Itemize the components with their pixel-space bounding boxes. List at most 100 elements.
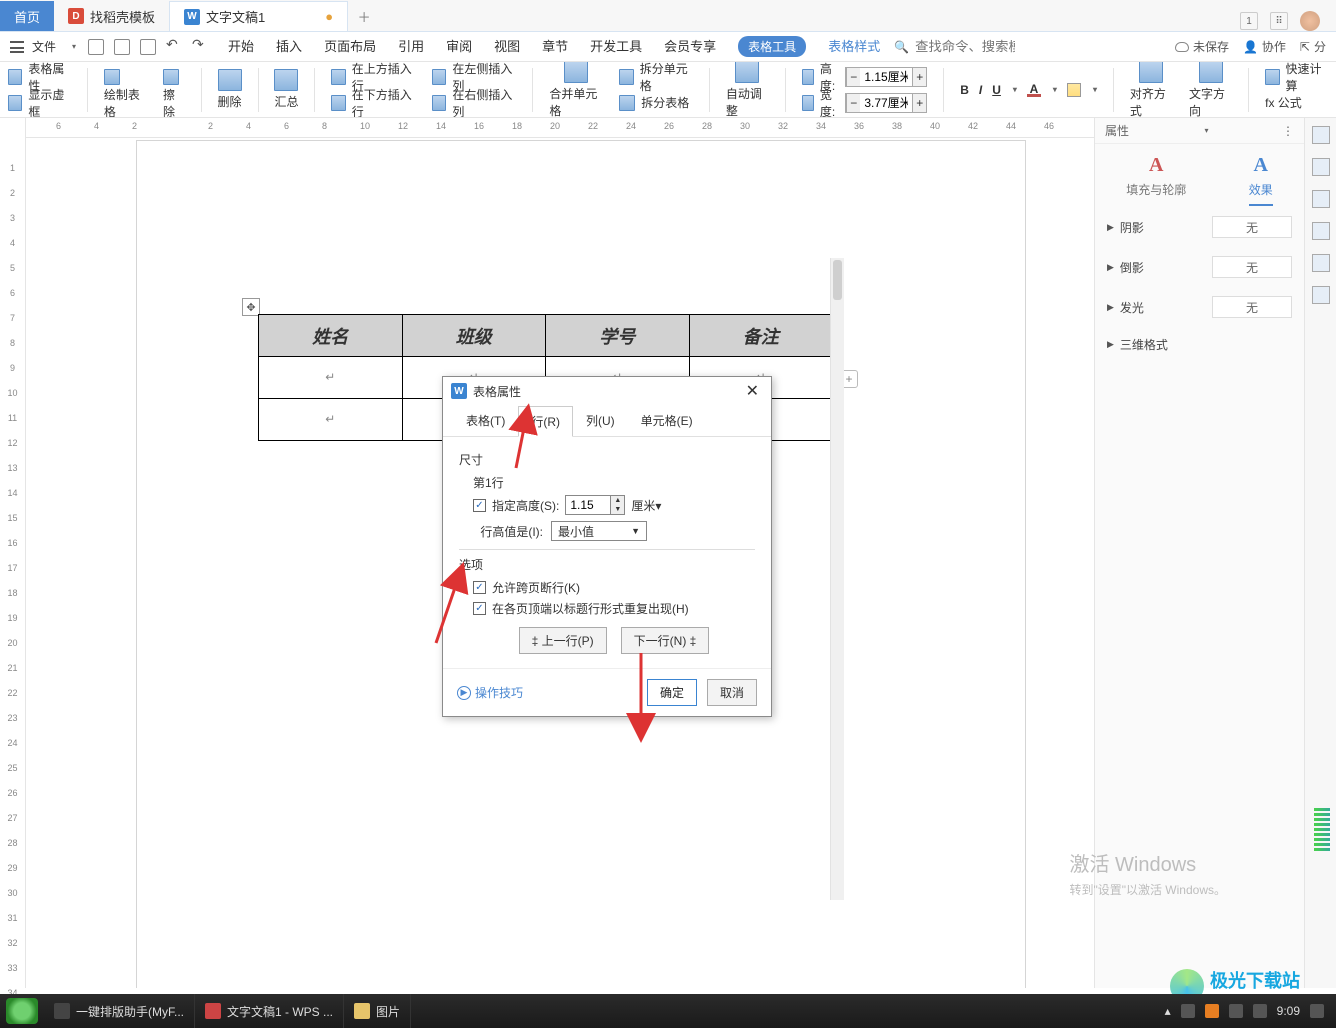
ribbon-tab[interactable]: 开始 — [228, 36, 254, 57]
ribbon-tab[interactable]: 审阅 — [446, 36, 472, 57]
btn-autofit[interactable]: 自动调整 — [726, 62, 769, 118]
panel-row-reflection[interactable]: ▶倒影 无 — [1107, 256, 1292, 278]
bold-button[interactable]: B — [960, 83, 969, 97]
side-tool[interactable] — [1312, 158, 1330, 176]
tray-icon[interactable] — [1253, 1004, 1267, 1018]
reflection-value[interactable]: 无 — [1212, 256, 1292, 278]
height-plus[interactable]: + — [912, 68, 926, 86]
btn-insert-col-left[interactable]: 在左侧插入列 — [432, 66, 517, 88]
panel-menu-icon[interactable]: ⋮ — [1282, 124, 1294, 138]
dialog-tab-cell[interactable]: 单元格(E) — [628, 405, 706, 436]
side-tool[interactable] — [1312, 222, 1330, 240]
close-icon[interactable]: ✕ — [742, 381, 763, 401]
qa-preview-icon[interactable] — [140, 39, 156, 55]
col-width-input[interactable]: − + — [845, 93, 927, 113]
table-header[interactable]: 班级 — [402, 315, 546, 357]
ribbon-tab[interactable]: 开发工具 — [590, 36, 642, 57]
panel-row-shadow[interactable]: ▶阴影 无 — [1107, 216, 1292, 238]
checkbox-allow-break[interactable]: ✓ — [473, 581, 486, 594]
layout-icon[interactable]: 1 — [1240, 12, 1258, 30]
table-header[interactable]: 姓名 — [259, 315, 403, 357]
tab-document[interactable]: W 文字文稿1 ● — [169, 1, 348, 31]
btn-show-gridlines[interactable]: 显示虚框 — [8, 92, 71, 114]
btn-formula[interactable]: fx 公式 — [1265, 92, 1328, 114]
avatar[interactable] — [1300, 11, 1320, 31]
tray-icon[interactable] — [1205, 1004, 1219, 1018]
side-tool[interactable] — [1312, 286, 1330, 304]
ribbon-tab[interactable]: 引用 — [398, 36, 424, 57]
btn-eraser[interactable] — [163, 66, 185, 88]
table-cell[interactable]: ↵ — [259, 357, 403, 399]
panel-row-3d[interactable]: ▶三维格式 — [1107, 336, 1292, 353]
rowheight-select[interactable]: 最小值 ▼ — [551, 521, 647, 541]
search-input[interactable] — [915, 39, 1015, 54]
glow-value[interactable]: 无 — [1212, 296, 1292, 318]
prev-row-button[interactable]: ‡ 上一行(P) — [519, 627, 607, 654]
tray-icon[interactable] — [1181, 1004, 1195, 1018]
underline-button[interactable]: U — [992, 83, 1001, 97]
collab-button[interactable]: 👤协作 — [1243, 38, 1286, 55]
height-value-input[interactable] — [566, 496, 610, 514]
btn-text-direction[interactable]: 文字方向 — [1189, 62, 1232, 118]
tab-template[interactable]: D 找稻壳模板 — [54, 1, 169, 31]
qa-print-icon[interactable] — [114, 39, 130, 55]
ribbon-tab-table-style[interactable]: 表格样式 — [828, 36, 880, 57]
panel-tab-fill[interactable]: A填充与轮廓 — [1126, 154, 1186, 206]
btn-insert-col-right[interactable]: 在右侧插入列 — [432, 92, 517, 114]
ribbon-tab[interactable]: 章节 — [542, 36, 568, 57]
table-header[interactable]: 学号 — [546, 315, 690, 357]
ribbon-tab[interactable]: 页面布局 — [324, 36, 376, 57]
btn-align[interactable]: 对齐方式 — [1130, 62, 1173, 118]
btn-summary[interactable]: 汇总 — [274, 69, 298, 110]
ok-button[interactable]: 确定 — [647, 679, 697, 706]
ribbon-tab[interactable]: 会员专享 — [664, 36, 716, 57]
table-cell[interactable]: ↵ — [259, 399, 403, 441]
tab-add-button[interactable]: ＋ — [348, 1, 380, 31]
unit-label[interactable]: 厘米▾ — [631, 497, 661, 514]
btn-quick-calc[interactable]: 快速计算 — [1265, 66, 1328, 88]
fill-color-button[interactable] — [1067, 83, 1081, 97]
shadow-value[interactable]: 无 — [1212, 216, 1292, 238]
btn-insert-row-below[interactable]: 在下方插入行 — [331, 92, 416, 114]
ribbon-tab-table-tools[interactable]: 表格工具 — [738, 36, 806, 57]
row-height-input[interactable]: − + — [845, 67, 927, 87]
cancel-button[interactable]: 取消 — [707, 679, 757, 706]
clock[interactable]: 9:09 — [1277, 1004, 1300, 1018]
spin-up[interactable]: ▲ — [611, 496, 624, 505]
tray-icon[interactable] — [1229, 1004, 1243, 1018]
dialog-tab-column[interactable]: 列(U) — [573, 405, 628, 436]
hamburger-icon[interactable] — [10, 41, 24, 53]
panel-tab-effect[interactable]: A效果 — [1249, 154, 1273, 206]
apps-icon[interactable]: ⠿ — [1270, 12, 1288, 30]
scrollbar-thumb[interactable] — [833, 260, 842, 300]
vertical-scrollbar[interactable] — [830, 258, 844, 900]
dialog-titlebar[interactable]: W 表格属性 ✕ — [443, 377, 771, 405]
tray-up-icon[interactable]: ▴ — [1165, 1004, 1171, 1018]
italic-button[interactable]: I — [979, 83, 982, 97]
taskbar-item[interactable]: 一键排版助手(MyF... — [44, 994, 195, 1028]
width-minus[interactable]: − — [846, 94, 860, 112]
taskbar-item[interactable]: 文字文稿1 - WPS ... — [195, 994, 344, 1028]
taskbar-item[interactable]: 图片 — [344, 994, 411, 1028]
side-tool[interactable] — [1312, 126, 1330, 144]
qa-save-icon[interactable] — [88, 39, 104, 55]
panel-row-glow[interactable]: ▶发光 无 — [1107, 296, 1292, 318]
btn-split-cells[interactable]: 拆分单元格 — [619, 66, 693, 88]
table-header[interactable]: 备注 — [689, 315, 833, 357]
tab-home[interactable]: 首页 — [0, 1, 54, 31]
btn-merge-cells[interactable]: 合并单元格 — [549, 62, 603, 118]
qa-undo-icon[interactable] — [166, 39, 182, 55]
spin-down[interactable]: ▼ — [611, 505, 624, 514]
tips-link[interactable]: ▶ 操作技巧 — [457, 684, 523, 701]
height-minus[interactable]: − — [846, 68, 860, 86]
side-tool[interactable] — [1312, 254, 1330, 272]
qa-redo-icon[interactable] — [192, 39, 208, 55]
height-spinner[interactable]: ▲▼ — [565, 495, 625, 515]
tray-icon[interactable] — [1310, 1004, 1324, 1018]
btn-split-table[interactable]: 拆分表格 — [619, 92, 693, 114]
btn-draw-table[interactable] — [104, 66, 147, 88]
dialog-tab-row[interactable]: 行(R) — [518, 406, 573, 437]
btn-delete[interactable]: 删除 — [218, 69, 242, 110]
file-menu[interactable]: 文件 — [32, 38, 56, 55]
ribbon-tab[interactable]: 视图 — [494, 36, 520, 57]
